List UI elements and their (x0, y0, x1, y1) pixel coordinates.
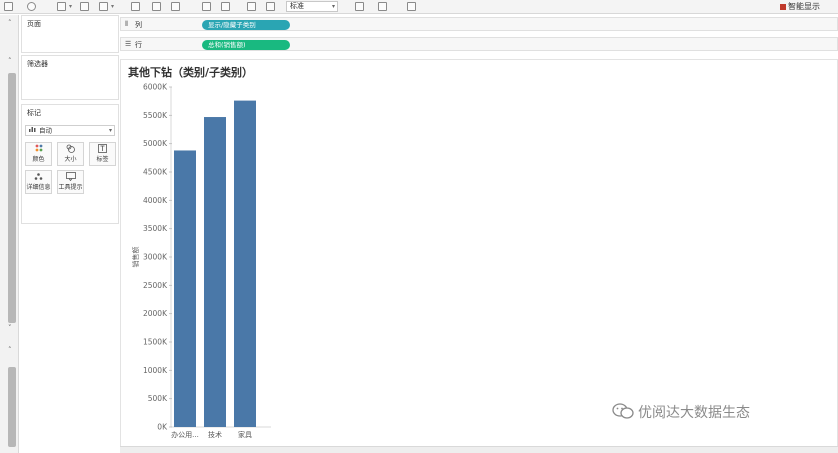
y-tick-label: 2000K (143, 309, 168, 318)
rows-shelf[interactable]: ☰ 行 总和(销售额) (120, 37, 838, 51)
new-sheet-icon[interactable] (99, 2, 108, 11)
fix-axes-icon[interactable] (266, 2, 275, 11)
chevron-down-icon[interactable]: ▾ (69, 3, 72, 10)
new-datasource-icon[interactable] (57, 2, 66, 11)
tooltip-card-label: 工具提示 (58, 184, 83, 191)
y-tick-label: 1500K (143, 338, 168, 347)
highlight-icon[interactable] (202, 2, 211, 11)
pages-panel: 页面 (21, 15, 119, 53)
columns-shelf[interactable]: ⦀ 列 显示/隐藏子类别 (120, 17, 838, 31)
undo-icon[interactable] (4, 2, 13, 11)
color-card[interactable]: 颜色 (25, 142, 52, 166)
rows-pill[interactable]: 总和(销售额) (202, 40, 290, 50)
y-tick-label: 0K (157, 423, 168, 432)
smart-show-button[interactable]: 智能显示 (780, 1, 820, 12)
smart-show-label: 智能显示 (788, 2, 820, 11)
x-tick-label: 技术 (208, 430, 222, 439)
size-icon (58, 144, 83, 156)
watermark: 优阅达大数据生态 (612, 402, 750, 424)
y-tick-label: 1000K (143, 366, 168, 375)
columns-icon: ⦀ (125, 20, 129, 28)
toolbar: ▾ ▾ 标准 ▾ 智能显示 (0, 0, 838, 14)
horizontal-scrollbar[interactable] (120, 446, 838, 453)
x-tick-label: 家具 (238, 430, 252, 439)
bar-chart: 0K 500K 1000K 1500K 2000K 2500K 3000K 3500K 4000… (131, 83, 271, 439)
share-icon[interactable] (407, 2, 416, 11)
smart-show-icon (780, 3, 786, 10)
chevron-down-icon: ▾ (331, 3, 335, 10)
filters-panel[interactable]: 筛选器 (21, 55, 119, 100)
y-tick-label: 2500K (143, 281, 168, 290)
detail-icon (26, 172, 51, 184)
rows-icon: ☰ (125, 40, 132, 48)
marks-panel: 标记 自动 ▾ 颜色 大小 标签 详细信息 工具提示 (21, 104, 119, 224)
pages-title: 页面 (27, 20, 41, 28)
chevron-down-icon: ▾ (108, 127, 112, 134)
watermark-text: 优阅达大数据生态 (638, 405, 750, 421)
y-tick-label: 6000K (143, 83, 168, 92)
y-tick-label: 3000K (143, 253, 168, 262)
left-scrollbar[interactable]: ˄ ˄ ˅ ˄ (0, 15, 19, 453)
bar-chart-icon (29, 126, 36, 135)
y-tick-label: 4500K (143, 168, 168, 177)
y-tick-label: 5000K (143, 139, 168, 148)
wechat-icon (612, 402, 634, 424)
scrollbar-thumb[interactable] (8, 73, 16, 323)
worksheet-view: 其他下钻（类别/子类别） 0K 500K 1000K 1500K 2000K 2500K 3… (120, 59, 838, 447)
color-card-label: 颜色 (32, 156, 45, 163)
sort-ascending-icon[interactable] (171, 2, 180, 11)
chevron-up-icon[interactable]: ˄ (8, 19, 12, 27)
tooltip-icon (58, 172, 83, 184)
marks-title: 标记 (27, 109, 41, 117)
show-labels-icon[interactable] (247, 2, 256, 11)
fit-select-value: 标准 (290, 2, 304, 10)
label-icon (90, 144, 115, 156)
redo-icon[interactable] (27, 2, 36, 11)
y-tick-label: 500K (148, 394, 168, 403)
y-axis-title: 销售额 (131, 247, 140, 268)
fit-select[interactable]: 标准 ▾ (286, 1, 338, 12)
group-icon[interactable] (221, 2, 230, 11)
clear-icon[interactable] (131, 2, 140, 11)
tooltip-card[interactable]: 工具提示 (57, 170, 84, 194)
y-tick-label: 3500K (143, 224, 168, 233)
columns-pill[interactable]: 显示/隐藏子类别 (202, 20, 290, 30)
detail-card-label: 详细信息 (26, 184, 51, 191)
show-cards-icon[interactable] (355, 2, 364, 11)
chevron-down-icon[interactable]: ▾ (111, 3, 114, 10)
bar (174, 150, 196, 427)
y-tick-label: 4000K (143, 196, 168, 205)
color-dots-icon (26, 144, 51, 156)
size-card[interactable]: 大小 (57, 142, 84, 166)
filters-title: 筛选器 (27, 60, 48, 68)
bar (234, 100, 256, 427)
size-card-label: 大小 (64, 156, 77, 163)
pause-update-icon[interactable] (80, 2, 89, 11)
presentation-icon[interactable] (378, 2, 387, 11)
chevron-up-icon[interactable]: ˄ (8, 346, 12, 354)
y-tick-label: 5500K (143, 111, 168, 120)
bar (204, 117, 226, 428)
columns-shelf-label: 列 (135, 21, 142, 29)
detail-card[interactable]: 详细信息 (25, 170, 52, 194)
chevron-up-icon[interactable]: ˄ (8, 57, 12, 65)
label-card[interactable]: 标签 (89, 142, 116, 166)
label-card-label: 标签 (96, 156, 109, 163)
chevron-down-icon[interactable]: ˅ (8, 324, 12, 332)
scrollbar-thumb[interactable] (8, 367, 16, 447)
mark-type-select[interactable]: 自动 ▾ (25, 125, 115, 136)
x-tick-label: 办公用... (171, 430, 199, 439)
mark-type-value: 自动 (39, 126, 52, 135)
swap-icon[interactable] (152, 2, 161, 11)
rows-shelf-label: 行 (135, 41, 142, 49)
